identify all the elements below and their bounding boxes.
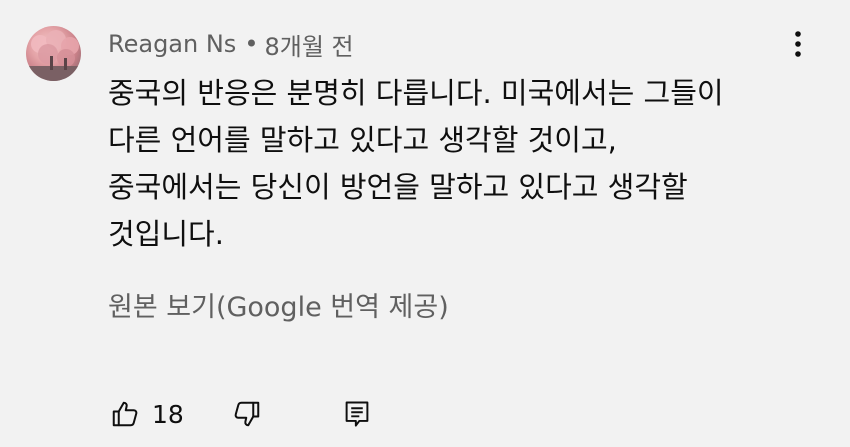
author-name[interactable]: Reagan Ns	[108, 30, 236, 58]
dislike-button[interactable]	[230, 397, 264, 431]
comment-timestamp[interactable]: 8개월 전	[264, 27, 353, 62]
thumbs-down-icon	[234, 401, 260, 427]
comment-item: Reagan Ns • 8개월 전 중국의 반응은 분명히 다릅니다. 미국에서…	[0, 0, 850, 447]
more-vert-icon	[795, 31, 801, 57]
comment-line: 다른 언어를 말하고 있다고 생각할 것이고,	[108, 123, 617, 157]
like-count: 18	[152, 399, 184, 429]
view-original-link[interactable]: 원본 보기(Google 번역 제공)	[108, 288, 449, 328]
reply-button[interactable]	[340, 397, 374, 431]
comment-actions: 18	[108, 394, 374, 434]
comment-line: 것입니다.	[108, 217, 224, 251]
comment-line: 중국의 반응은 분명히 다릅니다. 미국에서는 그들이	[108, 76, 724, 110]
comment-text: 중국의 반응은 분명히 다릅니다. 미국에서는 그들이 다른 언어를 말하고 있…	[108, 70, 808, 258]
comment-header: Reagan Ns • 8개월 전	[108, 26, 354, 62]
reply-comment-icon	[345, 401, 369, 427]
avatar[interactable]	[26, 26, 81, 81]
comment-line: 중국에서는 당신이 방언을 말하고 있다고 생각할	[108, 170, 688, 204]
like-button[interactable]	[108, 397, 142, 431]
more-options-button[interactable]	[780, 26, 816, 62]
separator-dot: •	[244, 30, 259, 58]
thumbs-up-icon	[112, 401, 138, 427]
